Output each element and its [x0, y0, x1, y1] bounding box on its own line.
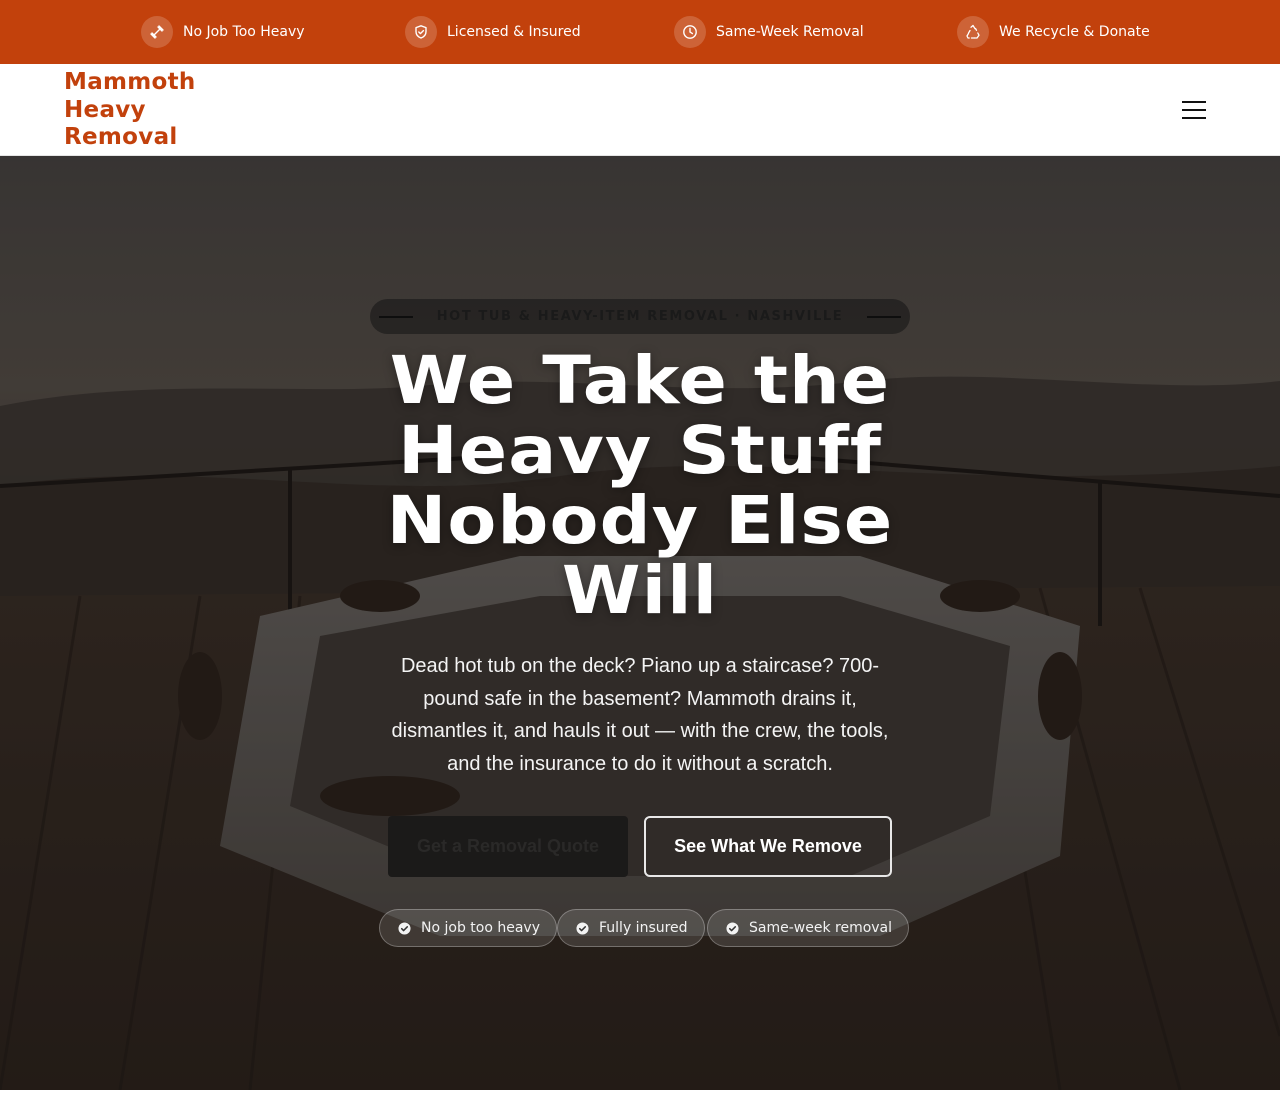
headline-line: Nobody Else	[386, 482, 894, 559]
announcement-bar: No Job Too Heavy Licensed & Insured Same…	[0, 0, 1280, 64]
badge-label: No job too heavy	[421, 920, 540, 936]
topbar-label: No Job Too Heavy	[183, 24, 305, 40]
logo-line: Heavy	[64, 96, 146, 123]
badge-same-week-removal: Same-week removal	[707, 909, 910, 947]
check-circle-icon	[398, 921, 411, 935]
clock-icon	[674, 16, 706, 48]
topbar-item-recycle-donate: We Recycle & Donate	[957, 16, 1150, 48]
topbar-label: Licensed & Insured	[447, 24, 581, 40]
recycle-icon	[957, 16, 989, 48]
headline-line: We Take the	[389, 342, 891, 419]
eyebrow-divider	[378, 315, 413, 318]
eyebrow-text: Hot Tub & Heavy-Item Removal · Nashville	[436, 309, 844, 324]
logo-line: Mammoth	[64, 69, 196, 95]
hero-section: Hot Tub & Heavy-Item Removal · Nashville…	[0, 156, 1280, 1090]
badge-label: Same-week removal	[749, 920, 893, 936]
badge-no-job-too-heavy: No job too heavy	[379, 909, 557, 947]
topbar-item-same-week-removal: Same-Week Removal	[674, 16, 864, 48]
headline-line: Heavy Stuff	[398, 412, 882, 489]
page-bottom	[0, 1090, 1280, 1100]
hero-subcopy: Dead hot tub on the deck? Piano up a sta…	[391, 655, 889, 775]
hero-headline: We Take the Heavy Stuff Nobody Else Will	[240, 346, 1040, 626]
site-header: Mammoth Heavy Removal	[0, 64, 1280, 156]
topbar-label: Same-Week Removal	[716, 24, 864, 40]
topbar-item-licensed-insured: Licensed & Insured	[405, 16, 581, 48]
brand-logo[interactable]: Mammoth Heavy Removal	[64, 69, 264, 152]
get-removal-quote-button[interactable]: Get a Removal Quote	[388, 816, 628, 877]
hero-badges: No job too heavy Fully insured Same-week…	[0, 909, 1280, 947]
hero-eyebrow: Hot Tub & Heavy-Item Removal · Nashville	[370, 299, 910, 334]
hamburger-menu-icon[interactable]	[1176, 92, 1212, 128]
headline-line: Will	[561, 552, 719, 629]
dumbbell-icon	[141, 16, 173, 48]
shield-check-icon	[405, 16, 437, 48]
check-circle-icon	[576, 921, 589, 935]
badge-label: Fully insured	[599, 920, 688, 936]
see-what-we-remove-button[interactable]: See What We Remove	[644, 816, 892, 877]
hero-content: Hot Tub & Heavy-Item Removal · Nashville…	[0, 156, 1280, 1090]
eyebrow-divider	[867, 315, 902, 318]
logo-line: Removal	[64, 124, 178, 150]
topbar-item-no-job-too-heavy: No Job Too Heavy	[141, 16, 305, 48]
topbar-label: We Recycle & Donate	[999, 24, 1150, 40]
badge-fully-insured: Fully insured	[557, 909, 705, 947]
check-circle-icon	[726, 921, 739, 935]
